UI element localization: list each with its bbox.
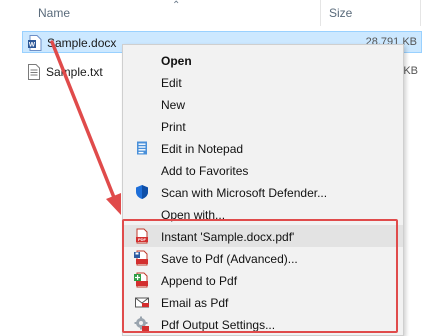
pdf-append-icon xyxy=(134,272,148,288)
menu-item-add-to-favorites[interactable]: Add to Favorites xyxy=(123,159,403,181)
menu-item-label: Open xyxy=(161,54,192,68)
context-menu: Open Edit New Print Edit in Notepad Add … xyxy=(122,44,404,336)
menu-item-pdf-output-settings[interactable]: Pdf Output Settings... xyxy=(123,313,403,335)
menu-item-label: Edit in Notepad xyxy=(161,142,244,156)
menu-item-label: Open with... xyxy=(161,208,226,222)
menu-item-label: Append to Pdf xyxy=(161,274,238,288)
menu-item-open-with[interactable]: Open with... xyxy=(123,203,403,225)
pdf-email-icon xyxy=(135,297,149,308)
menu-item-label: New xyxy=(161,98,186,112)
svg-text:W: W xyxy=(29,42,36,49)
menu-item-instant-pdf[interactable]: PDF Instant 'Sample.docx.pdf' xyxy=(123,225,403,247)
menu-item-scan-defender[interactable]: Scan with Microsoft Defender... xyxy=(123,181,403,203)
menu-item-label: Email as Pdf xyxy=(161,296,229,310)
menu-item-print[interactable]: Print xyxy=(123,115,403,137)
menu-item-label: Print xyxy=(161,120,186,134)
file-name: Sample.txt xyxy=(46,65,103,79)
menu-item-edit[interactable]: Edit xyxy=(123,71,403,93)
menu-item-label: Save to Pdf (Advanced)... xyxy=(161,252,298,266)
menu-item-label: Add to Favorites xyxy=(161,164,249,178)
menu-item-edit-in-notepad[interactable]: Edit in Notepad xyxy=(123,137,403,159)
column-name-header[interactable]: Name xyxy=(38,6,70,20)
pdf-settings-icon xyxy=(134,316,149,331)
menu-item-label: Pdf Output Settings... xyxy=(161,318,276,332)
column-divider[interactable] xyxy=(320,0,321,26)
column-divider[interactable] xyxy=(420,0,421,26)
sort-chevron-icon: ⌃ xyxy=(172,0,181,11)
menu-item-save-to-pdf[interactable]: Save to Pdf (Advanced)... xyxy=(123,247,403,269)
menu-item-label: Instant 'Sample.docx.pdf' xyxy=(161,230,295,244)
notepad-icon xyxy=(137,141,147,155)
menu-item-new[interactable]: New xyxy=(123,93,403,115)
pdf-save-icon xyxy=(134,250,148,266)
menu-item-email-as-pdf[interactable]: Email as Pdf xyxy=(123,291,403,313)
menu-item-open[interactable]: Open xyxy=(123,49,403,71)
menu-item-label: Edit xyxy=(161,76,182,90)
menu-item-label: Scan with Microsoft Defender... xyxy=(161,186,328,200)
pdf-instant-icon: PDF xyxy=(136,228,148,244)
svg-text:PDF: PDF xyxy=(138,237,147,242)
text-file-icon xyxy=(28,64,40,80)
column-size-header[interactable]: Size xyxy=(329,6,352,20)
file-name: Sample.docx xyxy=(47,36,117,50)
column-header: Name ⌃ Size xyxy=(0,0,428,26)
word-doc-icon: W xyxy=(28,35,42,51)
defender-shield-icon xyxy=(136,185,148,199)
menu-item-append-to-pdf[interactable]: Append to Pdf xyxy=(123,269,403,291)
